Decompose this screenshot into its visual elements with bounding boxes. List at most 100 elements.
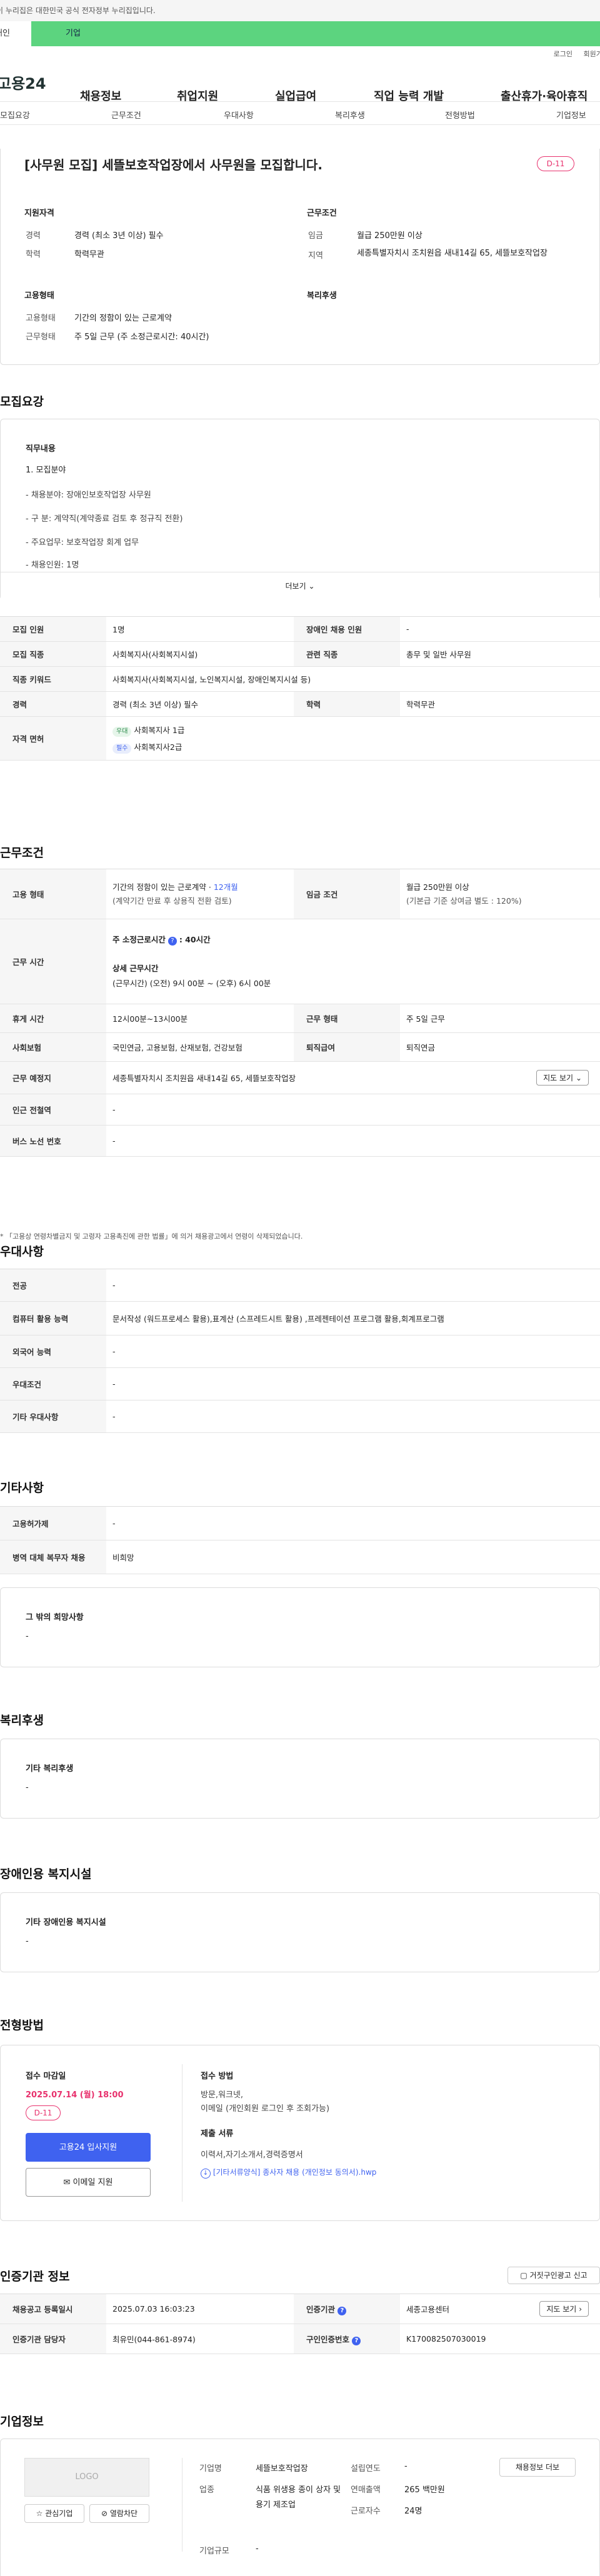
tab-individual[interactable]: 개인 [0, 21, 31, 46]
edu-label: 학력 [26, 250, 41, 259]
subnav-screening[interactable]: 전형방법 [445, 109, 475, 121]
table-row: 휴게 시간 12시00분~13시00분 근무 형태 주 5일 근무 [0, 1004, 600, 1033]
email-apply-button[interactable]: ✉ 이메일 지원 [26, 2168, 151, 2197]
fav-label: 관심기업 [45, 2509, 73, 2518]
career-value: 경력 (최소 3년 이상) 필수 [74, 231, 164, 241]
hours-detail-heading: 상세 근무시간 [112, 963, 159, 973]
pref-badge: 우대 [112, 726, 132, 737]
row-label: 고용 형태 [0, 869, 106, 919]
work-place: 세종특별자치시 조치원읍 새내14길 65, 세뜰보호작업장 [112, 1074, 296, 1083]
row-value: 1명 [106, 616, 294, 642]
cert-map-button[interactable]: 지도 보기 › [539, 2301, 589, 2317]
screening-heading: 전형방법 [0, 2019, 44, 2032]
table-row: 버스 노선 번호 - [0, 1125, 600, 1157]
subnav-pref[interactable]: 우대사항 [224, 109, 254, 121]
tab-business[interactable]: 기업 [31, 21, 600, 46]
login-link[interactable]: 로그인 [554, 50, 572, 58]
map-button[interactable]: 지도 보기 ⌄ [536, 1070, 589, 1086]
company-name-value: 세뜰보호작업장 [256, 2464, 308, 2474]
table-row: 인증기관 담당자 최유민(044-861-8974) 구인인증번호 ? K1700… [0, 2324, 600, 2354]
table-row: 인근 전철역 - [0, 1094, 600, 1126]
row-label: 모집 인원 [0, 616, 106, 642]
subnav-recruit[interactable]: 모집요강 [0, 109, 30, 121]
row-value: 사회복지사(사회복지시설, 노인복지시설, 장애인복지시설 등) [106, 666, 600, 692]
etc-table: 고용허가제 - 병역 대체 복무자 채용 비희망 [0, 1506, 600, 1574]
info-icon[interactable]: ? [168, 936, 177, 946]
row-label: 채용공고 등록일시 [0, 2294, 106, 2324]
row-label: 고용허가제 [0, 1506, 106, 1540]
other-value: - [26, 1632, 29, 1641]
deadline-value: 2025.07.14 (월) 18:00 [26, 2090, 124, 2100]
edu-value: 학력무관 [74, 250, 104, 259]
row-value: 사회복지사(사회복지시설) [106, 641, 294, 667]
join-link[interactable]: 회원가입 [584, 50, 600, 58]
industry-label: 업종 [199, 2485, 214, 2495]
row-value: 주 소정근로시간 ? : 40시간 상세 근무시간 (근무시간) (오전) 9시… [106, 919, 600, 1004]
block-icon: ⊘ [101, 2509, 108, 2518]
report-button[interactable]: ▢ 거짓구인광고 신고 [508, 2267, 600, 2284]
more-button[interactable]: 더보기 ⌄ [1, 572, 599, 600]
row-label: 휴게 시간 [0, 1004, 106, 1033]
employees-value: 24명 [404, 2507, 422, 2516]
row-label: 임금 조건 [294, 869, 400, 919]
size-label: 기업규모 [199, 2547, 229, 2556]
license-name: 사회복지사2급 [134, 742, 182, 752]
block-company-button[interactable]: ⊘ 열람차단 [89, 2504, 149, 2523]
sales-value: 265 백만원 [404, 2485, 445, 2495]
mail-icon: ✉ [63, 2178, 71, 2187]
subnav-company[interactable]: 기업정보 [556, 109, 586, 121]
row-value: - [106, 1506, 600, 1540]
table-row: 근무 예정지 세종특별자치시 조치원읍 새내14길 65, 세뜰보호작업장 지도… [0, 1061, 600, 1094]
wage-label: 임금 [308, 231, 323, 241]
subnav-welfare[interactable]: 복리후생 [335, 109, 365, 121]
wage-note: (기본급 기준 상여금 별도 : 120%) [406, 896, 522, 906]
other-heading: 그 밖의 희망사항 [26, 1613, 84, 1622]
row-value: 비희망 [106, 1540, 600, 1574]
user-type-tabs: 개인 기업 [0, 21, 600, 46]
row-label: 인근 전철역 [0, 1094, 106, 1126]
license-name: 사회복지사 1급 [134, 725, 185, 735]
row-value: - [106, 1269, 600, 1302]
row-value: 기간의 정함이 있는 근로계약 · 12개월 (계약기간 만료 후 상용직 전환 … [106, 869, 294, 919]
org-value: 세종고용센터 [406, 2305, 450, 2314]
company-jobs-button[interactable]: 채용정보 더보 [499, 2458, 576, 2477]
apply-button[interactable]: 고용24 입사지원 [26, 2133, 151, 2162]
method-value-2: 이메일 (개인회원 로그인 후 조회가능) [201, 2104, 330, 2114]
worktype-label: 근무형태 [26, 332, 56, 342]
row-value: 문서작성 (워드프로세스 활용),표계산 (스프레드시트 활용) ,프레젠테이션… [106, 1301, 600, 1335]
found-label: 설립연도 [351, 2464, 381, 2474]
row-value: K170082507030019 [400, 2324, 600, 2354]
map-button-label: 지도 보기 [543, 1074, 574, 1082]
row-label: 컴퓨터 활용 능력 [0, 1301, 106, 1335]
row-label: 근무 시간 [0, 919, 106, 1004]
docs-download-link[interactable]: ↓ [기타서류양식] 종사자 채용 (개인정보 동의서).hwp [201, 2167, 376, 2179]
duty-line: - 채용인원: 1명 [26, 561, 79, 570]
fav-company-button[interactable]: ☆ 관심기업 [24, 2504, 84, 2523]
row-label: 사회보험 [0, 1032, 106, 1062]
tab-individual-label: 개인 [0, 29, 10, 38]
dday-badge: D-11 [26, 2105, 61, 2120]
region-label: 지역 [308, 251, 323, 261]
row-value: 세종특별자치시 조치원읍 새내14길 65, 세뜰보호작업장 지도 보기 ⌄ [106, 1061, 600, 1094]
no-label: 구인인증번호 [306, 2334, 350, 2344]
table-row: 외국어 능력 - [0, 1335, 600, 1368]
docs-heading: 제출 서류 [201, 2129, 234, 2139]
gov-banner-text: 이 누리집은 대한민국 공식 전자정부 누리집입니다. [0, 6, 156, 15]
welfare-section-heading: 복리후생 [0, 1714, 44, 1727]
cond-heading: 근무조건 [307, 209, 337, 218]
info-icon[interactable]: ? [352, 2336, 361, 2345]
dday-badge: D-11 [537, 156, 574, 171]
info-icon[interactable]: ? [338, 2306, 347, 2315]
row-value: 12시00분~13시00분 [106, 1004, 294, 1033]
tab-business-label: 기업 [66, 29, 81, 38]
site-logo[interactable]: 고용24 [0, 71, 72, 93]
block-label: 열람차단 [109, 2509, 138, 2518]
row-value: 퇴직연금 [400, 1032, 600, 1062]
method-value: 방문,워크넷, [201, 2090, 244, 2100]
emptype-value: 기간의 정함이 있는 근로계약 [74, 314, 172, 323]
found-value: - [404, 2462, 408, 2471]
table-row: 경력 경력 (최소 3년 이상) 필수 학력 학력무관 [0, 691, 600, 717]
subnav-work[interactable]: 근무조건 [111, 109, 141, 121]
duty-line: - 구 분: 계약직(계약종료 검토 후 정규직 전환) [26, 514, 183, 524]
industry-value: 식품 위생용 종이 상자 및 용기 제조업 [256, 2485, 341, 2510]
